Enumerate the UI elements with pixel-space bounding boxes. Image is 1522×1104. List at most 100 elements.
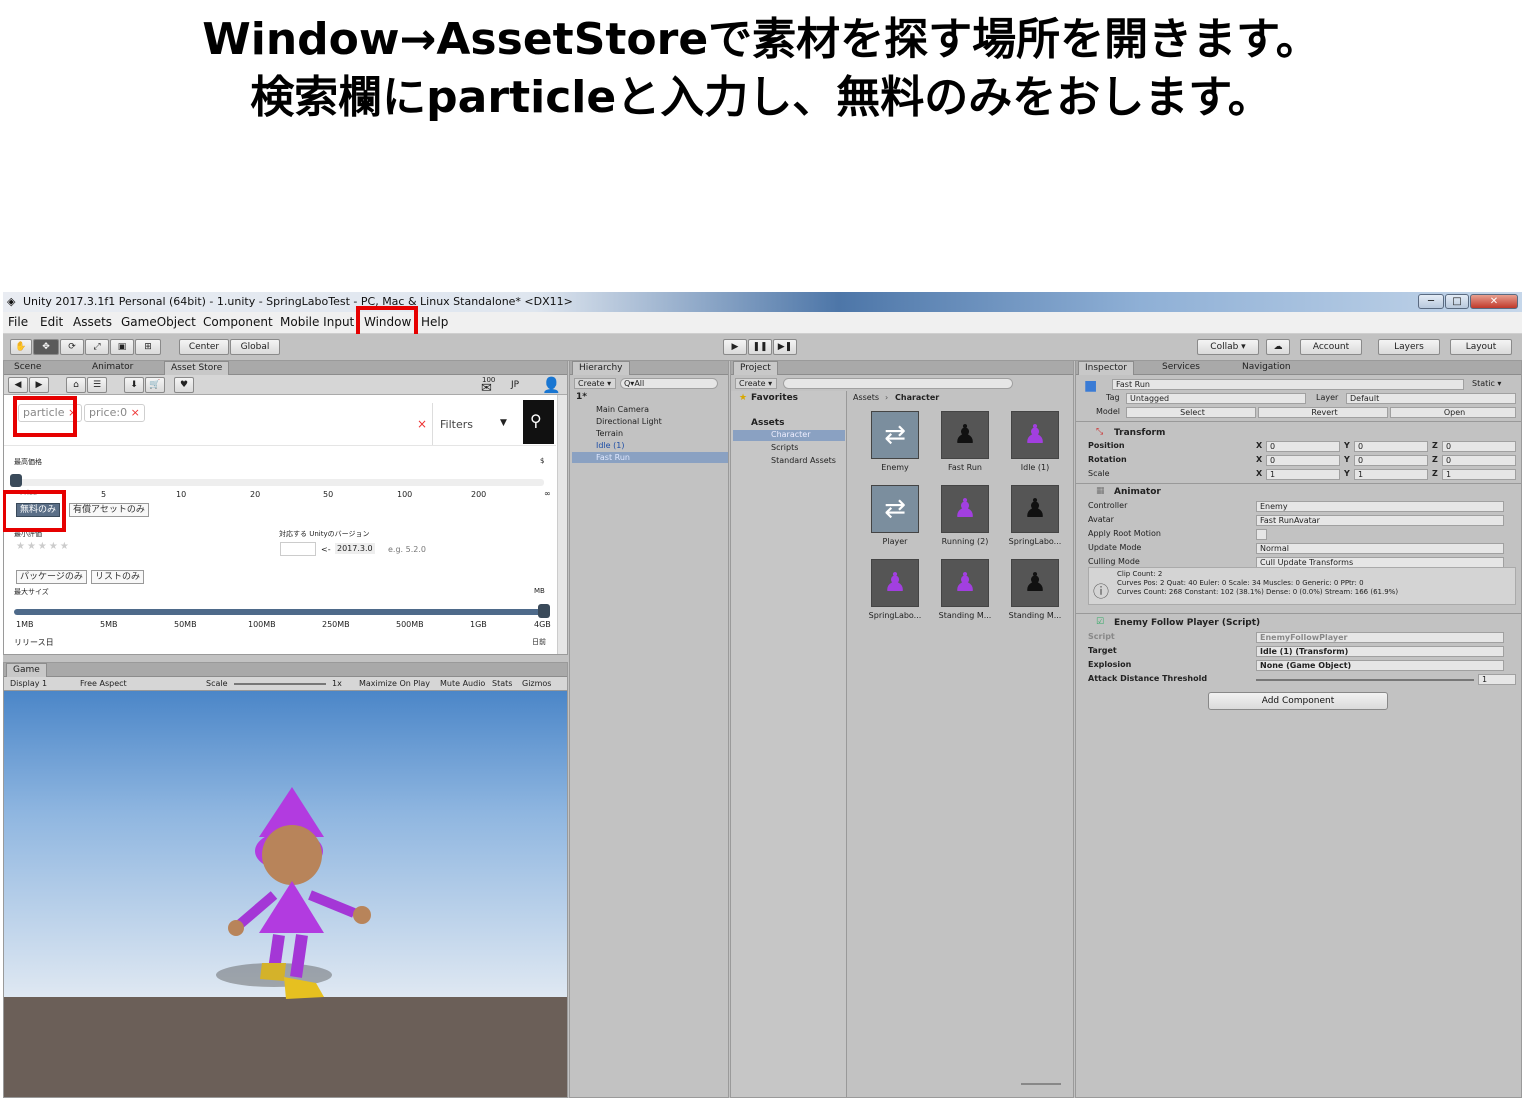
hierarchy-item[interactable]: Main Camera bbox=[596, 405, 649, 414]
chip-remove-icon[interactable]: × bbox=[131, 406, 140, 419]
price-slider-handle[interactable] bbox=[10, 474, 22, 487]
hierarchy-item[interactable]: Directional Light bbox=[596, 417, 662, 426]
script-component-header[interactable]: Enemy Follow Player (Script) bbox=[1114, 618, 1260, 628]
minimize-button[interactable]: ─ bbox=[1418, 294, 1444, 309]
chevron-down-icon[interactable]: ▼ bbox=[500, 418, 507, 428]
mute-audio-toggle[interactable]: Mute Audio bbox=[440, 679, 485, 688]
breadcrumb-character[interactable]: Character bbox=[895, 393, 939, 402]
breadcrumb-assets[interactable]: Assets bbox=[853, 393, 879, 402]
attack-distance-field[interactable]: 1 bbox=[1478, 674, 1516, 685]
package-only-button[interactable]: パッケージのみ bbox=[16, 570, 87, 584]
add-component-button[interactable]: Add Component bbox=[1208, 692, 1388, 710]
object-name-field[interactable]: Fast Run bbox=[1112, 379, 1464, 390]
version-value[interactable]: 2017.3.0 bbox=[335, 543, 375, 554]
folder-standard-assets[interactable]: Standard Assets bbox=[771, 456, 836, 465]
filters-dropdown[interactable]: Filters bbox=[440, 418, 473, 431]
asset-thumbnail[interactable]: ♟ bbox=[1011, 411, 1059, 459]
asset-thumbnail[interactable]: ⇄ bbox=[871, 485, 919, 533]
price-slider-track[interactable] bbox=[14, 479, 544, 486]
asset-thumbnail[interactable]: ♟ bbox=[871, 559, 919, 607]
paid-only-button[interactable]: 有償アセットのみ bbox=[69, 503, 149, 517]
tab-services[interactable]: Services bbox=[1156, 361, 1206, 375]
transform-value-field[interactable]: 1 bbox=[1442, 469, 1516, 480]
folder-character[interactable]: Character bbox=[771, 430, 811, 439]
hierarchy-search-input[interactable]: Q▾All bbox=[620, 378, 718, 389]
script-value-field[interactable]: EnemyFollowPlayer bbox=[1256, 632, 1504, 643]
menu-component[interactable]: Component bbox=[203, 315, 273, 329]
script-value-field[interactable]: None (Game Object) bbox=[1256, 660, 1504, 671]
asset-thumbnail[interactable]: ⇄ bbox=[871, 411, 919, 459]
asset-thumbnail[interactable]: ♟ bbox=[941, 485, 989, 533]
scale-slider[interactable] bbox=[234, 683, 326, 685]
scene-root-item[interactable]: 1* bbox=[576, 392, 587, 402]
menu-edit[interactable]: Edit bbox=[40, 315, 63, 329]
pause-icon[interactable]: ❚❚ bbox=[748, 339, 772, 355]
account-button[interactable]: Account bbox=[1300, 339, 1362, 355]
asset-thumbnail[interactable]: ♟ bbox=[1011, 559, 1059, 607]
layer-select[interactable]: Default bbox=[1346, 393, 1516, 404]
rating-stars-icon[interactable]: ★★★★★ bbox=[16, 541, 71, 552]
tag-select[interactable]: Untagged bbox=[1126, 393, 1306, 404]
tab-animator[interactable]: Animator bbox=[86, 361, 139, 375]
apply-root-motion-checkbox[interactable] bbox=[1256, 529, 1267, 540]
mail-icon[interactable]: ✉ bbox=[481, 381, 492, 396]
search-button[interactable]: ⚲ bbox=[523, 400, 554, 444]
asset-thumbnail[interactable]: ♟ bbox=[1011, 485, 1059, 533]
asset-thumbnail[interactable]: ♟ bbox=[941, 411, 989, 459]
tab-scene[interactable]: Scene bbox=[8, 361, 47, 375]
language-select[interactable]: JP bbox=[511, 380, 519, 390]
transform-value-field[interactable]: 0 bbox=[1354, 441, 1428, 452]
heart-icon[interactable]: ♥ bbox=[174, 377, 194, 393]
display-select[interactable]: Display 1 bbox=[10, 679, 47, 688]
play-icon[interactable]: ▶ bbox=[723, 339, 747, 355]
transform-value-field[interactable]: 0 bbox=[1442, 441, 1516, 452]
version-input[interactable] bbox=[280, 542, 316, 556]
pivot-global-button[interactable]: Global bbox=[230, 339, 280, 355]
cloud-icon[interactable]: ☁ bbox=[1266, 339, 1290, 355]
menu-file[interactable]: File bbox=[8, 315, 28, 329]
tab-game[interactable]: Game bbox=[6, 663, 47, 677]
menu-help[interactable]: Help bbox=[421, 315, 448, 329]
tab-hierarchy[interactable]: Hierarchy bbox=[572, 361, 630, 375]
download-icon[interactable]: ⬇ bbox=[124, 377, 144, 393]
move-tool-icon[interactable]: ✥ bbox=[33, 339, 59, 355]
cart-icon[interactable]: 🛒 bbox=[145, 377, 165, 393]
maximize-button[interactable]: □ bbox=[1445, 294, 1469, 309]
forward-icon[interactable]: ▶ bbox=[29, 377, 49, 393]
hierarchy-item[interactable]: Idle (1) bbox=[596, 441, 624, 450]
folder-scripts[interactable]: Scripts bbox=[771, 443, 798, 452]
model-select-button[interactable]: Select bbox=[1126, 407, 1256, 418]
project-search-input[interactable] bbox=[783, 378, 1013, 389]
scrollbar[interactable] bbox=[557, 395, 567, 654]
menu-list-icon[interactable]: ☰ bbox=[87, 377, 107, 393]
model-revert-button[interactable]: Revert bbox=[1258, 407, 1388, 418]
asset-thumbnail[interactable]: ♟ bbox=[941, 559, 989, 607]
hand-tool-icon[interactable]: ✋ bbox=[10, 339, 32, 355]
tab-navigation[interactable]: Navigation bbox=[1236, 361, 1297, 375]
transform-value-field[interactable]: 1 bbox=[1354, 469, 1428, 480]
clear-search-icon[interactable]: × bbox=[417, 417, 427, 431]
gizmos-toggle[interactable]: Gizmos bbox=[522, 679, 551, 688]
transform-value-field[interactable]: 0 bbox=[1442, 455, 1516, 466]
maximize-on-play-toggle[interactable]: Maximize On Play bbox=[359, 679, 430, 688]
menu-mobile-input[interactable]: Mobile Input bbox=[280, 315, 354, 329]
home-icon[interactable]: ⌂ bbox=[66, 377, 86, 393]
layout-button[interactable]: Layout bbox=[1450, 339, 1512, 355]
transform-value-field[interactable]: 1 bbox=[1266, 469, 1340, 480]
rotate-tool-icon[interactable]: ⟳ bbox=[60, 339, 84, 355]
size-slider-handle[interactable] bbox=[538, 604, 550, 618]
attack-distance-slider[interactable] bbox=[1256, 679, 1474, 681]
transform-tool-icon[interactable]: ⊞ bbox=[135, 339, 161, 355]
tab-inspector[interactable]: Inspector bbox=[1078, 361, 1134, 375]
rect-tool-icon[interactable]: ▣ bbox=[110, 339, 134, 355]
search-chip-price[interactable]: price:0 × bbox=[84, 404, 145, 422]
transform-value-field[interactable]: 0 bbox=[1354, 455, 1428, 466]
list-only-button[interactable]: リストのみ bbox=[91, 570, 145, 584]
script-value-field[interactable]: Idle (1) (Transform) bbox=[1256, 646, 1504, 657]
pivot-center-button[interactable]: Center bbox=[179, 339, 229, 355]
project-create-button[interactable]: Create ▾ bbox=[735, 378, 777, 389]
transform-value-field[interactable]: 0 bbox=[1266, 455, 1340, 466]
layers-button[interactable]: Layers bbox=[1378, 339, 1440, 355]
animator-header[interactable]: Animator bbox=[1114, 487, 1161, 497]
collab-button[interactable]: Collab ▾ bbox=[1197, 339, 1259, 355]
